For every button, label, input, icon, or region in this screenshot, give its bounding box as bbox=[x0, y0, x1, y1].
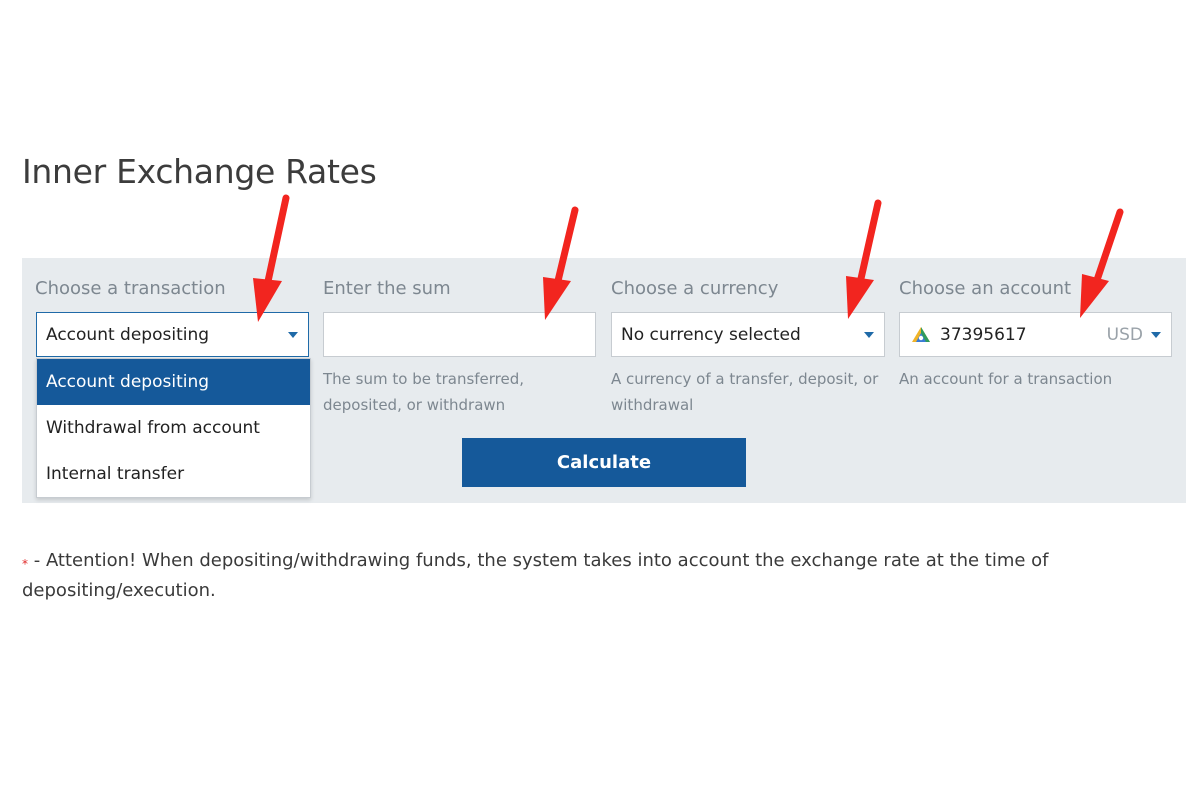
attention-note: * - Attention! When depositing/withdrawi… bbox=[22, 546, 1082, 606]
page-title: Inner Exchange Rates bbox=[22, 152, 377, 191]
calculate-button[interactable]: Calculate bbox=[462, 438, 746, 487]
account-label: Choose an account bbox=[899, 278, 1072, 299]
transaction-select-value: Account depositing bbox=[46, 324, 210, 345]
currency-label: Choose a currency bbox=[611, 278, 779, 299]
transaction-label: Choose a transaction bbox=[35, 278, 226, 299]
currency-help: A currency of a transfer, deposit, or wi… bbox=[611, 370, 879, 414]
account-help: An account for a transaction bbox=[899, 370, 1113, 388]
account-number: 37395617 bbox=[940, 324, 1027, 345]
transaction-dropdown: Account depositing Withdrawal from accou… bbox=[36, 358, 311, 498]
account-select[interactable]: 37395617 USD bbox=[899, 312, 1172, 357]
currency-select[interactable]: No currency selected bbox=[611, 312, 885, 357]
chevron-down-icon bbox=[1151, 332, 1161, 338]
chevron-down-icon bbox=[864, 332, 874, 338]
sum-help: The sum to be transferred, deposited, or… bbox=[323, 370, 525, 414]
option-internal-transfer[interactable]: Internal transfer bbox=[37, 451, 310, 497]
account-logo-icon bbox=[912, 326, 930, 342]
account-currency: USD bbox=[1106, 325, 1143, 345]
option-withdrawal-from-account[interactable]: Withdrawal from account bbox=[37, 405, 310, 451]
sum-label: Enter the sum bbox=[323, 278, 451, 299]
chevron-down-icon bbox=[288, 332, 298, 338]
attention-note-text: - Attention! When depositing/withdrawing… bbox=[22, 550, 1049, 601]
sum-input[interactable] bbox=[323, 312, 596, 357]
currency-select-value: No currency selected bbox=[621, 324, 801, 345]
required-star: * bbox=[22, 557, 28, 571]
transaction-select[interactable]: Account depositing bbox=[36, 312, 309, 357]
option-account-depositing[interactable]: Account depositing bbox=[37, 359, 310, 405]
